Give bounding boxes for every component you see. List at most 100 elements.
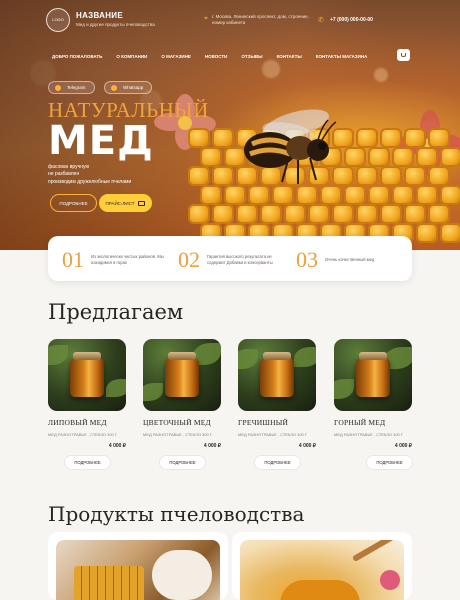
product-more-button[interactable]: ПОДРОБНЕЕ [159, 455, 206, 470]
jar-lid [263, 352, 291, 360]
product-price: 4 000 ₽ [298, 443, 316, 449]
bokeh-light [374, 68, 388, 82]
hero-title-honey: МЕД [48, 118, 154, 164]
address-text: г. Москва, Ленинский проспект, дом, стро… [212, 14, 309, 25]
honeycomb-cell [368, 185, 390, 205]
feature-number: 03 [296, 247, 318, 272]
honeycomb-cell [236, 204, 258, 224]
product-more-button[interactable]: ПОДРОБНЕЕ [64, 455, 111, 470]
product-image[interactable] [238, 339, 316, 411]
product-name[interactable]: ЛИПОВЫЙ МЕД [48, 418, 126, 427]
nav-item-about-company[interactable]: О КОМПАНИИ [116, 54, 147, 59]
phone-number[interactable]: +7 (000) 000-00-00 [330, 17, 373, 23]
nav-item-store-contacts[interactable]: КОНТАКТЫ МАГАЗИНА [316, 54, 368, 59]
honeycomb-cell [380, 128, 402, 148]
product-name[interactable]: ГОРНЫЙ МЕД [334, 418, 412, 427]
phone-icon: ✆ [318, 17, 324, 24]
honeycomb-cell [404, 166, 426, 186]
hero-description: фасован вручную не разбавлен производим … [48, 164, 158, 186]
honeycomb-cell [416, 185, 438, 205]
feature-text: Из экологически чистых районов. Мы наход… [91, 254, 164, 265]
product-meta: МЕД РАЗНОТРАВЬЕ , СТЕКЛО 300 Г [48, 432, 118, 437]
jar-lid [359, 352, 387, 360]
honey-bowl [280, 580, 360, 600]
product-more-button[interactable]: ПОДРОБНЕЕ [254, 455, 301, 470]
honeycomb-cell [428, 166, 450, 186]
jar-lid [73, 352, 101, 360]
nav-item-welcome[interactable]: ДОБРО ПОЖАЛОВАТЬ [52, 54, 102, 59]
bee-product-card[interactable] [232, 532, 412, 600]
product-card[interactable]: ЛИПОВЫЙ МЕД МЕД РАЗНОТРАВЬЕ , СТЕКЛО 300… [48, 339, 126, 470]
honeycomb-cell [380, 204, 402, 224]
honey-dipper-image [240, 540, 404, 600]
whatsapp-button[interactable]: Whatsapp [104, 81, 153, 94]
product-name[interactable]: ЦВЕТОЧНЫЙ МЕД [143, 418, 221, 427]
more-button[interactable]: ПОДРОБНЕЕ [50, 194, 97, 212]
logo-text: LOGO [52, 17, 64, 22]
product-image[interactable] [334, 339, 412, 411]
main-nav: ДОБРО ПОЖАЛОВАТЬ О КОМПАНИИ О МАГАЗИНЕ Н… [52, 54, 381, 59]
honeycomb-cell [356, 128, 378, 148]
honeycomb-cell [428, 128, 450, 148]
honeycomb-cell [188, 128, 210, 148]
nav-item-about-store[interactable]: О МАГАЗИНЕ [161, 54, 191, 59]
feature-number: 01 [62, 247, 84, 272]
brand-subtitle: Мед и другие продукты пчеловодства [76, 22, 155, 27]
product-meta: МЕД РАЗНОТРАВЬЕ , СТЕКЛО 300 Г [143, 432, 213, 437]
whatsapp-label: Whatsapp [123, 85, 144, 90]
honeycomb-cell [260, 204, 282, 224]
product-name[interactable]: ГРЕЧИШНЫЙ [238, 418, 316, 427]
honeycomb-cell [392, 185, 414, 205]
feature-item: 01 Из экологически чистых районов. Мы на… [62, 247, 173, 273]
pink-flower [380, 570, 400, 590]
honeycomb-frame [74, 566, 144, 600]
honeycomb-cell [356, 166, 378, 186]
telegram-button[interactable]: Telegram [48, 81, 95, 94]
nav-item-news[interactable]: НОВОСТИ [205, 54, 228, 59]
honey-jar [260, 357, 294, 397]
honeycomb-cell [284, 204, 306, 224]
leaf [106, 379, 126, 397]
price-list-label: ПРАЙС-ЛИСТ [105, 200, 135, 206]
honeycomb-cell [416, 147, 438, 167]
features-card: 01 Из экологически чистых районов. Мы на… [48, 236, 412, 281]
product-card[interactable]: ГРЕЧИШНЫЙ МЕД РАЗНОТРАВЬЕ , СТЕКЛО 300 Г… [238, 339, 316, 470]
nav-item-contacts[interactable]: КОНТАКТЫ [277, 54, 302, 59]
honeycomb-cell [212, 204, 234, 224]
honeycomb-cell [356, 204, 378, 224]
jar-lid [168, 352, 196, 360]
honeycomb-cell [308, 204, 330, 224]
envelope-icon [138, 200, 146, 206]
feature-text: Очень качественный мед [325, 257, 375, 263]
product-image[interactable] [143, 339, 221, 411]
honeycomb-cell [440, 147, 460, 167]
product-card[interactable]: ГОРНЫЙ МЕД МЕД РАЗНОТРАВЬЕ , СТЕКЛО 300 … [334, 339, 413, 470]
hero-desc-line: производим дружелюбные пчелами [48, 178, 132, 185]
honey-jar [165, 357, 199, 397]
honeycomb-cell [440, 185, 460, 205]
cart-button[interactable] [397, 49, 410, 61]
price-list-button[interactable]: ПРАЙС-ЛИСТ [99, 194, 152, 212]
honeycomb-cell [428, 204, 450, 224]
hero-desc-line: фасован вручную [48, 164, 90, 170]
cart-icon [401, 53, 406, 57]
logo[interactable]: LOGO [46, 8, 70, 32]
product-price: 4 000 ₽ [108, 443, 126, 449]
honeycomb-cell [380, 166, 402, 186]
beekeeper-image [56, 540, 220, 600]
section-title-bee-products: Продукты пчеловодства [48, 502, 305, 526]
section-title-offer: Предлагаем [48, 300, 184, 324]
bee-product-card[interactable] [48, 532, 228, 600]
leaf [294, 347, 316, 367]
product-image[interactable] [48, 339, 126, 411]
honeycomb-cell [332, 204, 354, 224]
product-card[interactable]: ЦВЕТОЧНЫЙ МЕД МЕД РАЗНОТРАВЬЕ , СТЕКЛО 3… [143, 339, 221, 470]
whatsapp-icon [111, 84, 117, 91]
leaf [238, 349, 258, 369]
product-price: 4 000 ₽ [394, 443, 412, 449]
product-meta: МЕД РАЗНОТРАВЬЕ , СТЕКЛО 300 Г [238, 432, 308, 437]
nav-item-reviews[interactable]: ОТЗЫВЫ [241, 54, 262, 59]
feature-item: 02 Гарантия высокого результата не содер… [178, 247, 289, 273]
honeycomb-cell [416, 223, 438, 243]
product-more-button[interactable]: ПОДРОБНЕЕ [366, 455, 413, 470]
